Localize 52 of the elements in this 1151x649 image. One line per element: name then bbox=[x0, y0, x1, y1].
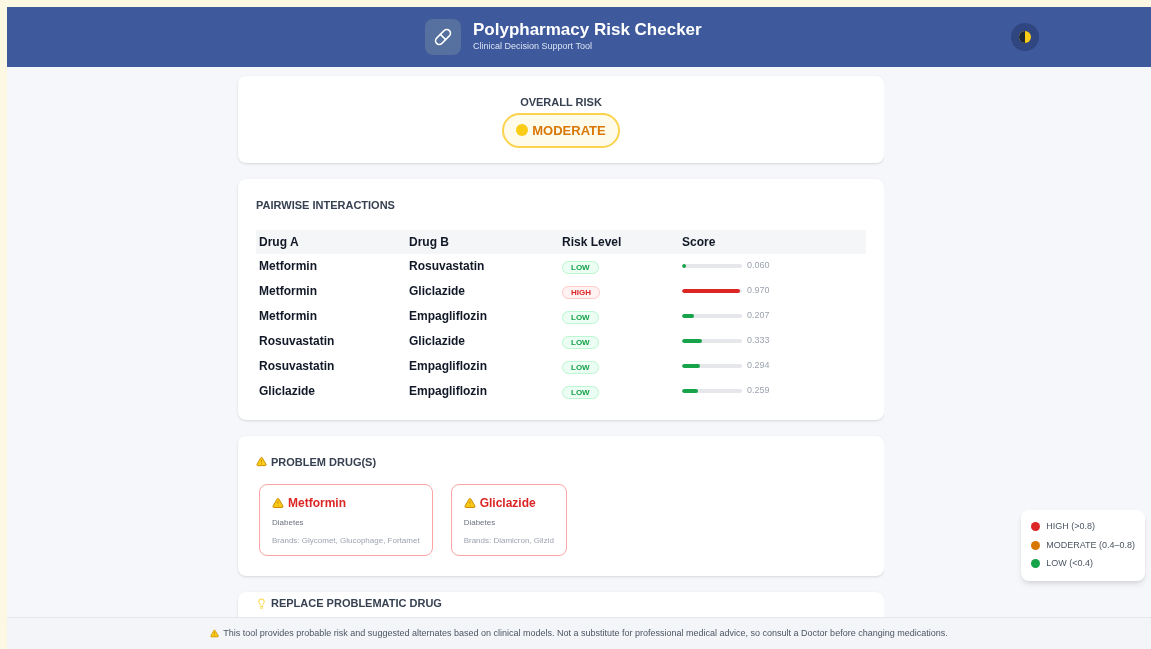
warning-icon bbox=[272, 497, 284, 509]
score-value: 0.259 bbox=[747, 384, 770, 398]
table-cell-text: Rosuvastatin bbox=[408, 258, 486, 275]
section-title: PAIRWISE INTERACTIONS bbox=[256, 198, 396, 213]
score-value: 0.207 bbox=[747, 309, 770, 323]
table-cell-text: Gliclazide bbox=[408, 333, 467, 350]
section-title: PROBLEM DRUG(S) bbox=[271, 454, 377, 470]
drug-name: Metformin bbox=[288, 495, 346, 512]
table-cell-text: Gliclazide bbox=[258, 383, 317, 400]
drug-name: Gliclazide bbox=[479, 495, 536, 512]
drug-category: Diabetes bbox=[463, 517, 497, 529]
legend-label: HIGH (>0.8) bbox=[1046, 520, 1095, 533]
score-value: 0.060 bbox=[747, 259, 770, 273]
table-cell-text: Metformin bbox=[258, 258, 318, 275]
drug-brands: Brands: Glycomet, Glucophage, Fortamet bbox=[272, 535, 420, 547]
column-header: Score bbox=[682, 233, 717, 251]
table-cell-text: Empagliflozin bbox=[408, 358, 488, 375]
table-cell-text: Gliclazide bbox=[408, 283, 467, 300]
risk-badge: LOW bbox=[562, 361, 599, 374]
app-title: Polypharmacy Risk Checker bbox=[473, 20, 702, 41]
table-cell-text: Empagliflozin bbox=[408, 308, 488, 325]
table-cell-text: Metformin bbox=[258, 308, 318, 325]
section-title: REPLACE PROBLEMATIC DRUG bbox=[271, 596, 442, 611]
risk-badge: HIGH bbox=[562, 286, 600, 299]
overall-risk-label: OVERALL RISK bbox=[520, 95, 602, 110]
legend-label: MODERATE (0.4–0.8) bbox=[1046, 538, 1135, 552]
lightbulb-icon bbox=[256, 597, 267, 609]
table-cell-text: Metformin bbox=[258, 283, 318, 300]
table-cell-text: Rosuvastatin bbox=[258, 333, 336, 350]
app-subtitle: Clinical Decision Support Tool bbox=[473, 40, 593, 54]
column-header: Drug B bbox=[408, 233, 450, 251]
risk-badge: LOW bbox=[562, 311, 599, 324]
risk-badge: LOW bbox=[562, 336, 599, 349]
table-cell-text: Rosuvastatin bbox=[258, 358, 336, 375]
score-value: 0.970 bbox=[747, 284, 770, 298]
column-header: Drug A bbox=[258, 233, 300, 251]
risk-badge: LOW bbox=[562, 261, 599, 274]
risk-badge: MODERATE bbox=[502, 112, 620, 148]
warning-icon bbox=[463, 497, 476, 509]
table-cell-text: Empagliflozin bbox=[408, 383, 488, 400]
disclaimer-text: This tool provides probable risk and suggested alternates based on clinical models. Not a substitute for professional medical advice, so consult a Doctor before changing medications. bbox=[223, 626, 948, 640]
score-value: 0.333 bbox=[747, 334, 770, 348]
drug-category: Diabetes bbox=[272, 517, 305, 529]
theme-toggle-icon[interactable] bbox=[1011, 23, 1039, 51]
drug-brands: Brands: Diamicron, Glizid bbox=[463, 535, 554, 547]
column-header: Risk Level bbox=[562, 233, 623, 251]
legend-label: LOW (<0.4) bbox=[1046, 557, 1093, 570]
pill-icon bbox=[425, 19, 461, 55]
warning-icon bbox=[210, 629, 220, 638]
risk-badge: LOW bbox=[562, 386, 599, 399]
score-value: 0.294 bbox=[747, 359, 770, 373]
warning-icon bbox=[256, 456, 267, 468]
